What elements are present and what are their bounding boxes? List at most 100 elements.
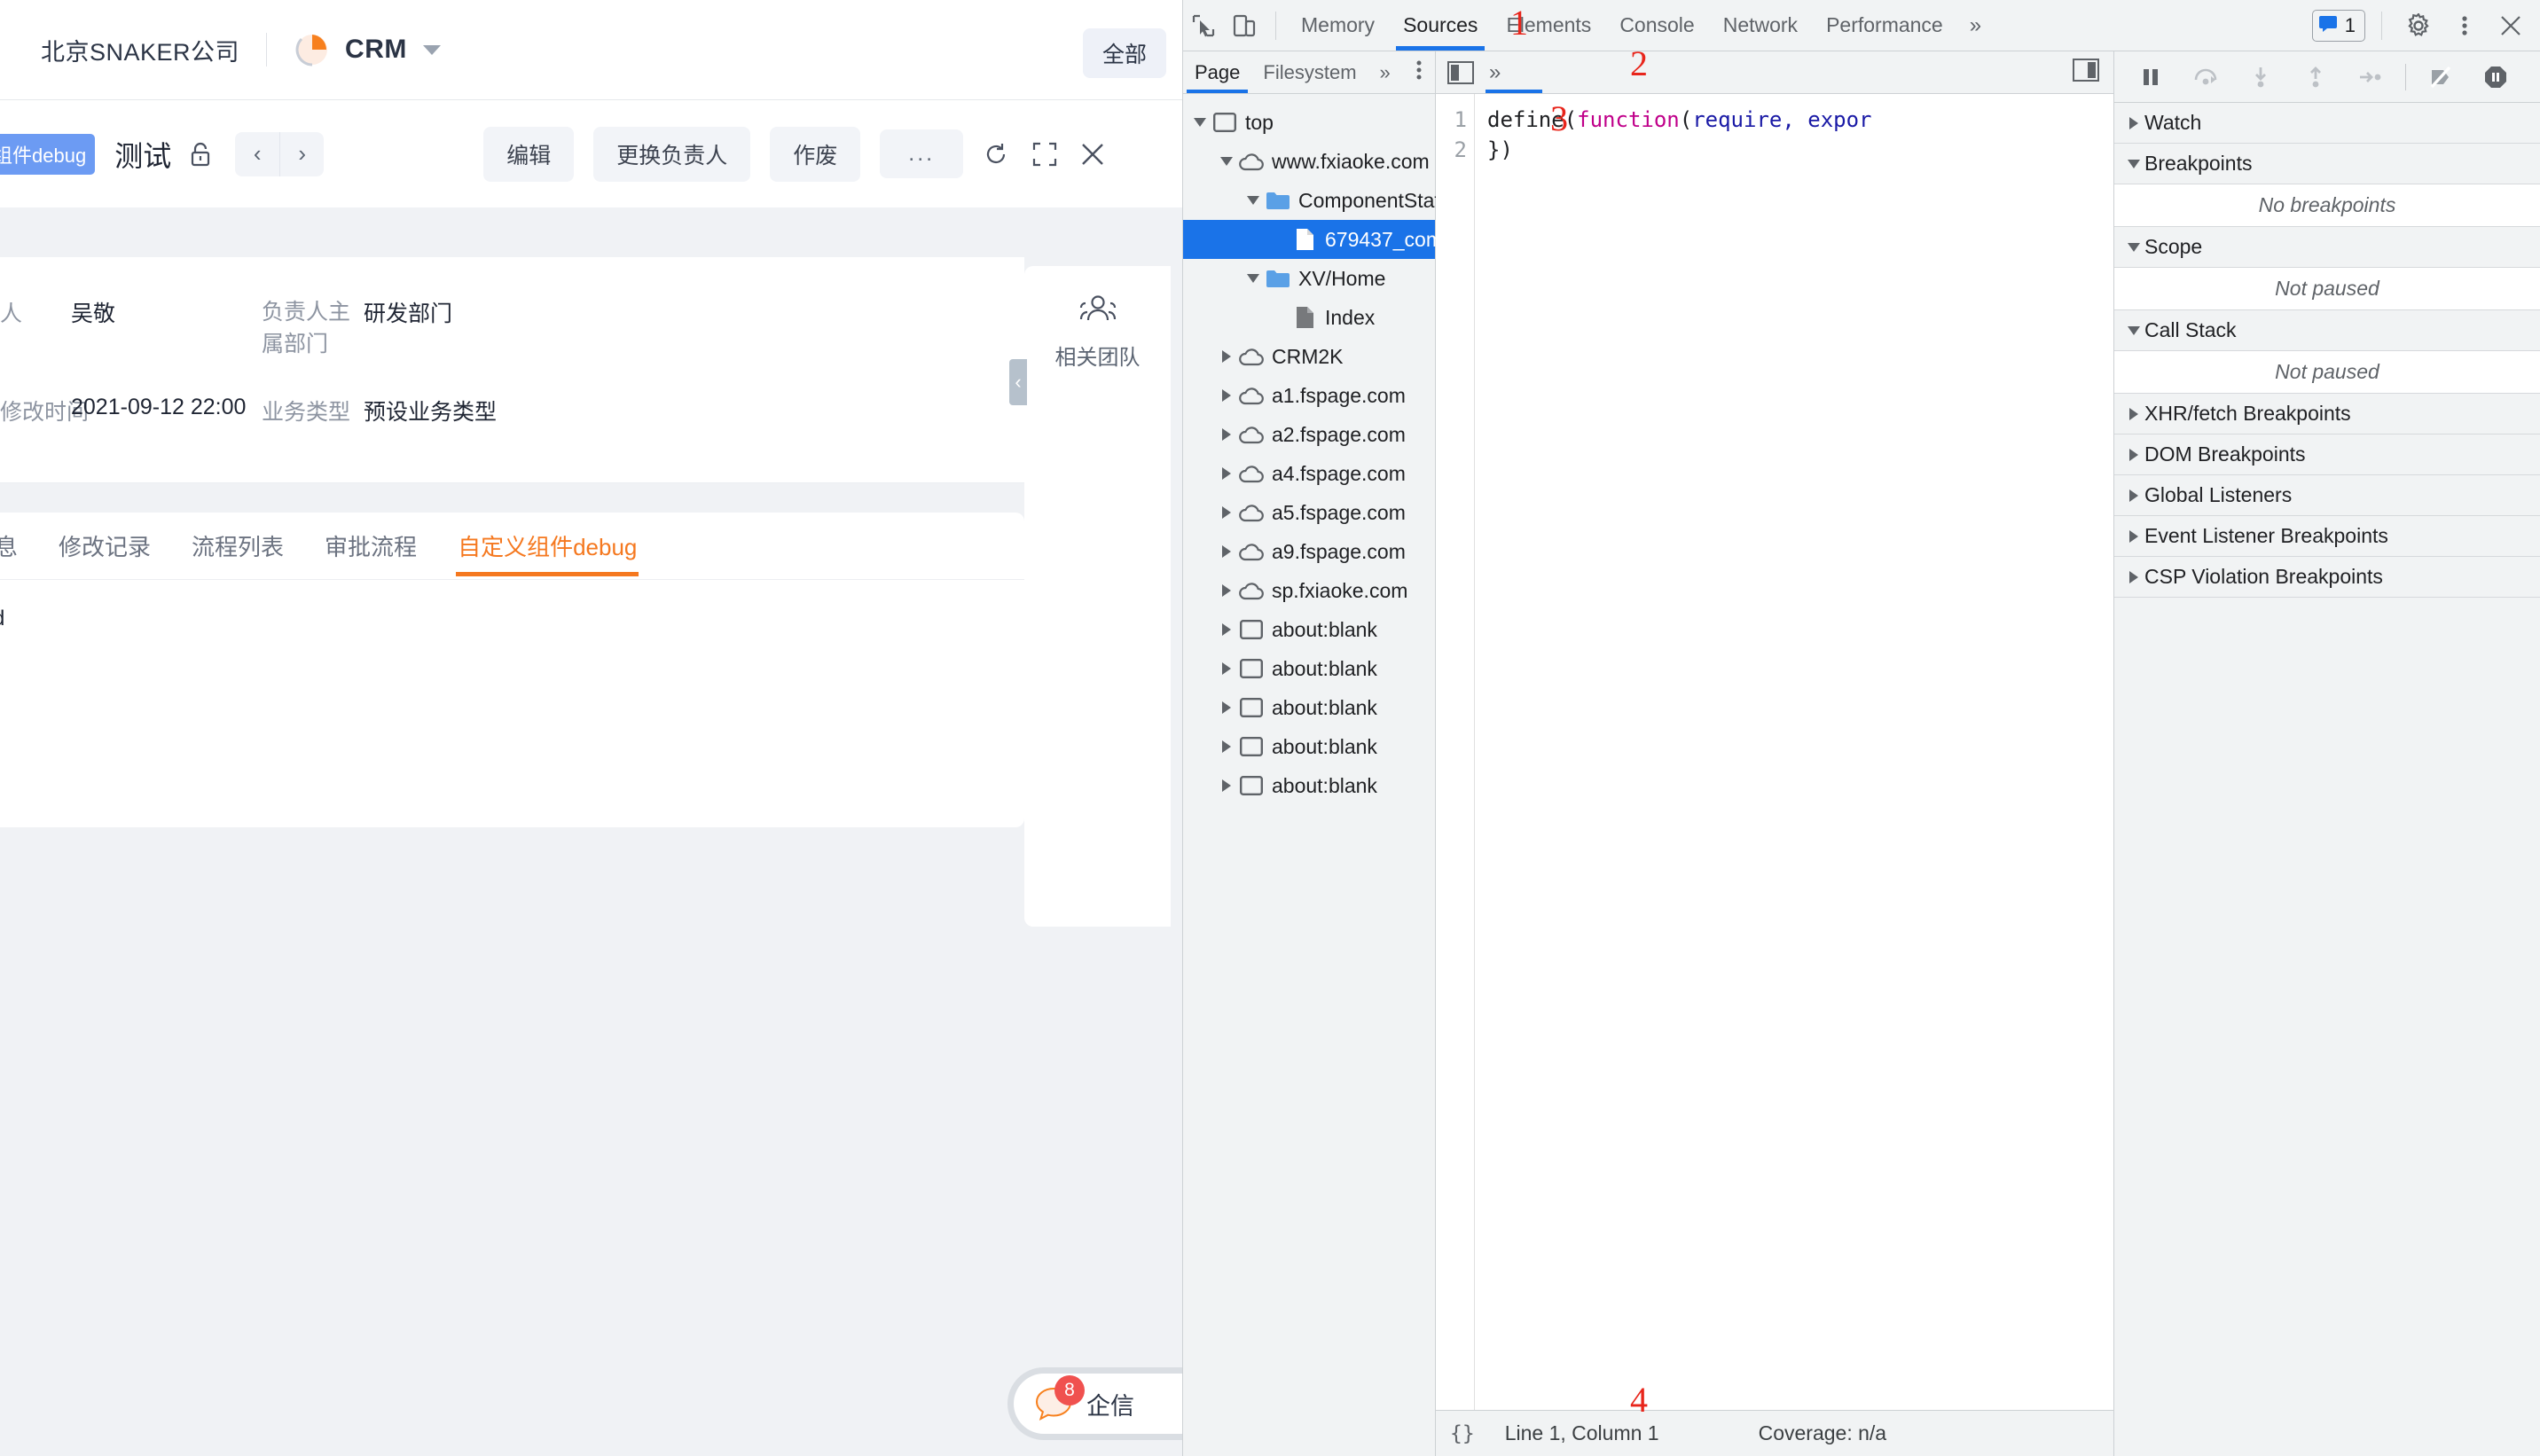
debugger-section-header[interactable]: Watch [2114, 103, 2540, 144]
expand-icon[interactable] [1032, 142, 1057, 167]
debugger-section-header[interactable]: XHR/fetch Breakpoints [2114, 394, 2540, 434]
chevron-right-icon[interactable] [1217, 740, 1236, 753]
chevron-down-icon[interactable] [1217, 157, 1236, 166]
chevron-right-icon[interactable] [1217, 662, 1236, 675]
more-actions-button[interactable]: ... [880, 129, 964, 178]
record-nav[interactable]: ‹ › [235, 131, 325, 176]
debugger-section-header[interactable]: DOM Breakpoints [2114, 434, 2540, 475]
refresh-icon[interactable] [983, 141, 1009, 168]
step-over-icon[interactable] [2178, 55, 2233, 99]
devtools-main-tabbar: Memory Sources Elements Console Network … [1183, 0, 2540, 51]
app-switcher[interactable]: CRM [294, 31, 441, 68]
prev-record-button[interactable]: ‹ [235, 132, 279, 176]
frame-icon [1236, 698, 1266, 717]
chevron-right-icon[interactable] [1217, 701, 1236, 714]
debugger-section-header[interactable]: Breakpoints [2114, 144, 2540, 184]
unlock-icon[interactable] [189, 141, 212, 168]
chevron-right-icon[interactable] [1217, 779, 1236, 792]
chevron-down-icon[interactable] [1243, 274, 1263, 283]
tree-item[interactable]: about:blank [1183, 688, 1435, 727]
tree-item[interactable]: ComponentStatic/js [1183, 181, 1475, 220]
tab-console[interactable]: Console [1605, 0, 1708, 51]
show-navigator-icon[interactable] [1445, 59, 1477, 86]
chevron-down-icon[interactable] [1243, 196, 1263, 205]
debugger-section-header[interactable]: Scope [2114, 227, 2540, 268]
rail-collapse-button[interactable]: ‹ [1009, 359, 1027, 405]
next-record-button[interactable]: › [279, 131, 324, 176]
chevron-double-right-icon[interactable]: » [1957, 13, 1994, 38]
kebab-menu-icon[interactable] [1403, 59, 1435, 87]
step-icon[interactable] [2343, 55, 2398, 99]
void-button[interactable]: 作废 [770, 126, 861, 182]
debugger-section-header[interactable]: Event Listener Breakpoints [2114, 516, 2540, 557]
close-icon[interactable] [1080, 142, 1105, 167]
debugger-section-header[interactable]: Call Stack [2114, 310, 2540, 351]
tab-approval-flow[interactable]: 审批流程 [323, 529, 419, 562]
kebab-menu-icon[interactable] [2444, 5, 2485, 46]
code-editor[interactable]: 12 define(function(require, expor }) [1436, 94, 2113, 1410]
sidebar-item-related-team[interactable]: 相关团队 [1024, 266, 1171, 371]
chevron-right-icon[interactable] [1217, 389, 1236, 402]
tree-item[interactable]: a2.fspage.com [1183, 415, 1435, 454]
chevron-right-icon[interactable] [1217, 545, 1236, 558]
tab-change-log[interactable]: 修改记录 [57, 529, 153, 562]
close-icon[interactable] [2490, 5, 2531, 46]
step-into-icon[interactable] [2233, 55, 2288, 99]
tab-performance[interactable]: Performance [1812, 0, 1957, 51]
tree-item[interactable]: a9.fspage.com [1183, 532, 1435, 571]
tab-process-list[interactable]: 流程列表 [190, 529, 286, 562]
tab-custom-component-debug[interactable]: 自定义组件debug [456, 529, 639, 576]
frame-icon [1236, 776, 1266, 795]
tree-item[interactable]: Index [1183, 298, 1435, 337]
nav-tab-filesystem[interactable]: Filesystem [1251, 51, 1368, 93]
tab-detail-info[interactable]: 细信息 [0, 529, 20, 562]
debugger-section-header[interactable]: Global Listeners [2114, 475, 2540, 516]
edit-button[interactable]: 编辑 [483, 126, 575, 182]
tab-elements[interactable]: Elements [1492, 0, 1605, 51]
chevron-right-icon[interactable] [1217, 428, 1236, 441]
tree-item[interactable]: a1.fspage.com [1183, 376, 1435, 415]
pretty-print-icon[interactable]: {} [1450, 1422, 1475, 1445]
tree-item[interactable]: a5.fspage.com [1183, 493, 1435, 532]
tree-item[interactable]: about:blank [1183, 766, 1435, 805]
tree-item[interactable]: about:blank [1183, 727, 1435, 766]
chat-widget[interactable]: 8 企信 [1014, 1374, 1182, 1434]
tree-item[interactable]: sp.fxiaoke.com [1183, 571, 1435, 610]
message-count-chip[interactable]: 1 [2311, 9, 2365, 42]
device-toolbar-icon[interactable] [1224, 5, 1265, 46]
tree-item[interactable]: XV/Home [1183, 259, 1435, 298]
chevron-down-icon[interactable] [1190, 118, 1210, 127]
change-owner-button[interactable]: 更换负责人 [593, 126, 751, 182]
chevron-right-icon[interactable] [1217, 506, 1236, 519]
tree-item[interactable]: www.fxiaoke.com [1183, 142, 1435, 181]
nav-tab-page[interactable]: Page [1183, 51, 1251, 93]
tab-sources[interactable]: Sources [1389, 0, 1492, 51]
deactivate-breakpoints-icon[interactable] [2413, 55, 2468, 99]
chevron-double-right-icon[interactable]: » [1477, 60, 1513, 85]
step-out-icon[interactable] [2288, 55, 2343, 99]
chevron-right-icon[interactable] [1217, 584, 1236, 597]
tab-panel-content: world [0, 580, 1024, 631]
code-content[interactable]: define(function(require, expor }) [1475, 94, 1872, 1410]
tree-item[interactable]: about:blank [1183, 649, 1435, 688]
all-filter-chip[interactable]: 全部 [1082, 28, 1166, 78]
divider [1275, 11, 1276, 40]
chevron-down-icon[interactable] [422, 44, 441, 55]
tree-item[interactable]: 679437_component_rnyra_ [1183, 220, 1574, 259]
pause-icon[interactable] [2123, 55, 2178, 99]
chevron-right-icon[interactable] [1217, 467, 1236, 480]
tree-item[interactable]: a4.fspage.com [1183, 454, 1435, 493]
tab-memory[interactable]: Memory [1287, 0, 1389, 51]
chevron-double-right-icon[interactable]: » [1368, 51, 1402, 93]
tree-item[interactable]: top [1183, 103, 1435, 142]
gear-icon[interactable] [2398, 5, 2439, 46]
inspect-element-icon[interactable] [1183, 5, 1224, 46]
show-debugger-icon[interactable] [2073, 58, 2099, 87]
chevron-right-icon[interactable] [1217, 623, 1236, 636]
tree-item[interactable]: about:blank [1183, 610, 1435, 649]
tab-network[interactable]: Network [1709, 0, 1812, 51]
chevron-right-icon[interactable] [1217, 350, 1236, 363]
tree-item[interactable]: CRM2K [1183, 337, 1435, 376]
pause-on-exceptions-icon[interactable] [2468, 55, 2523, 99]
debugger-section-header[interactable]: CSP Violation Breakpoints [2114, 557, 2540, 598]
